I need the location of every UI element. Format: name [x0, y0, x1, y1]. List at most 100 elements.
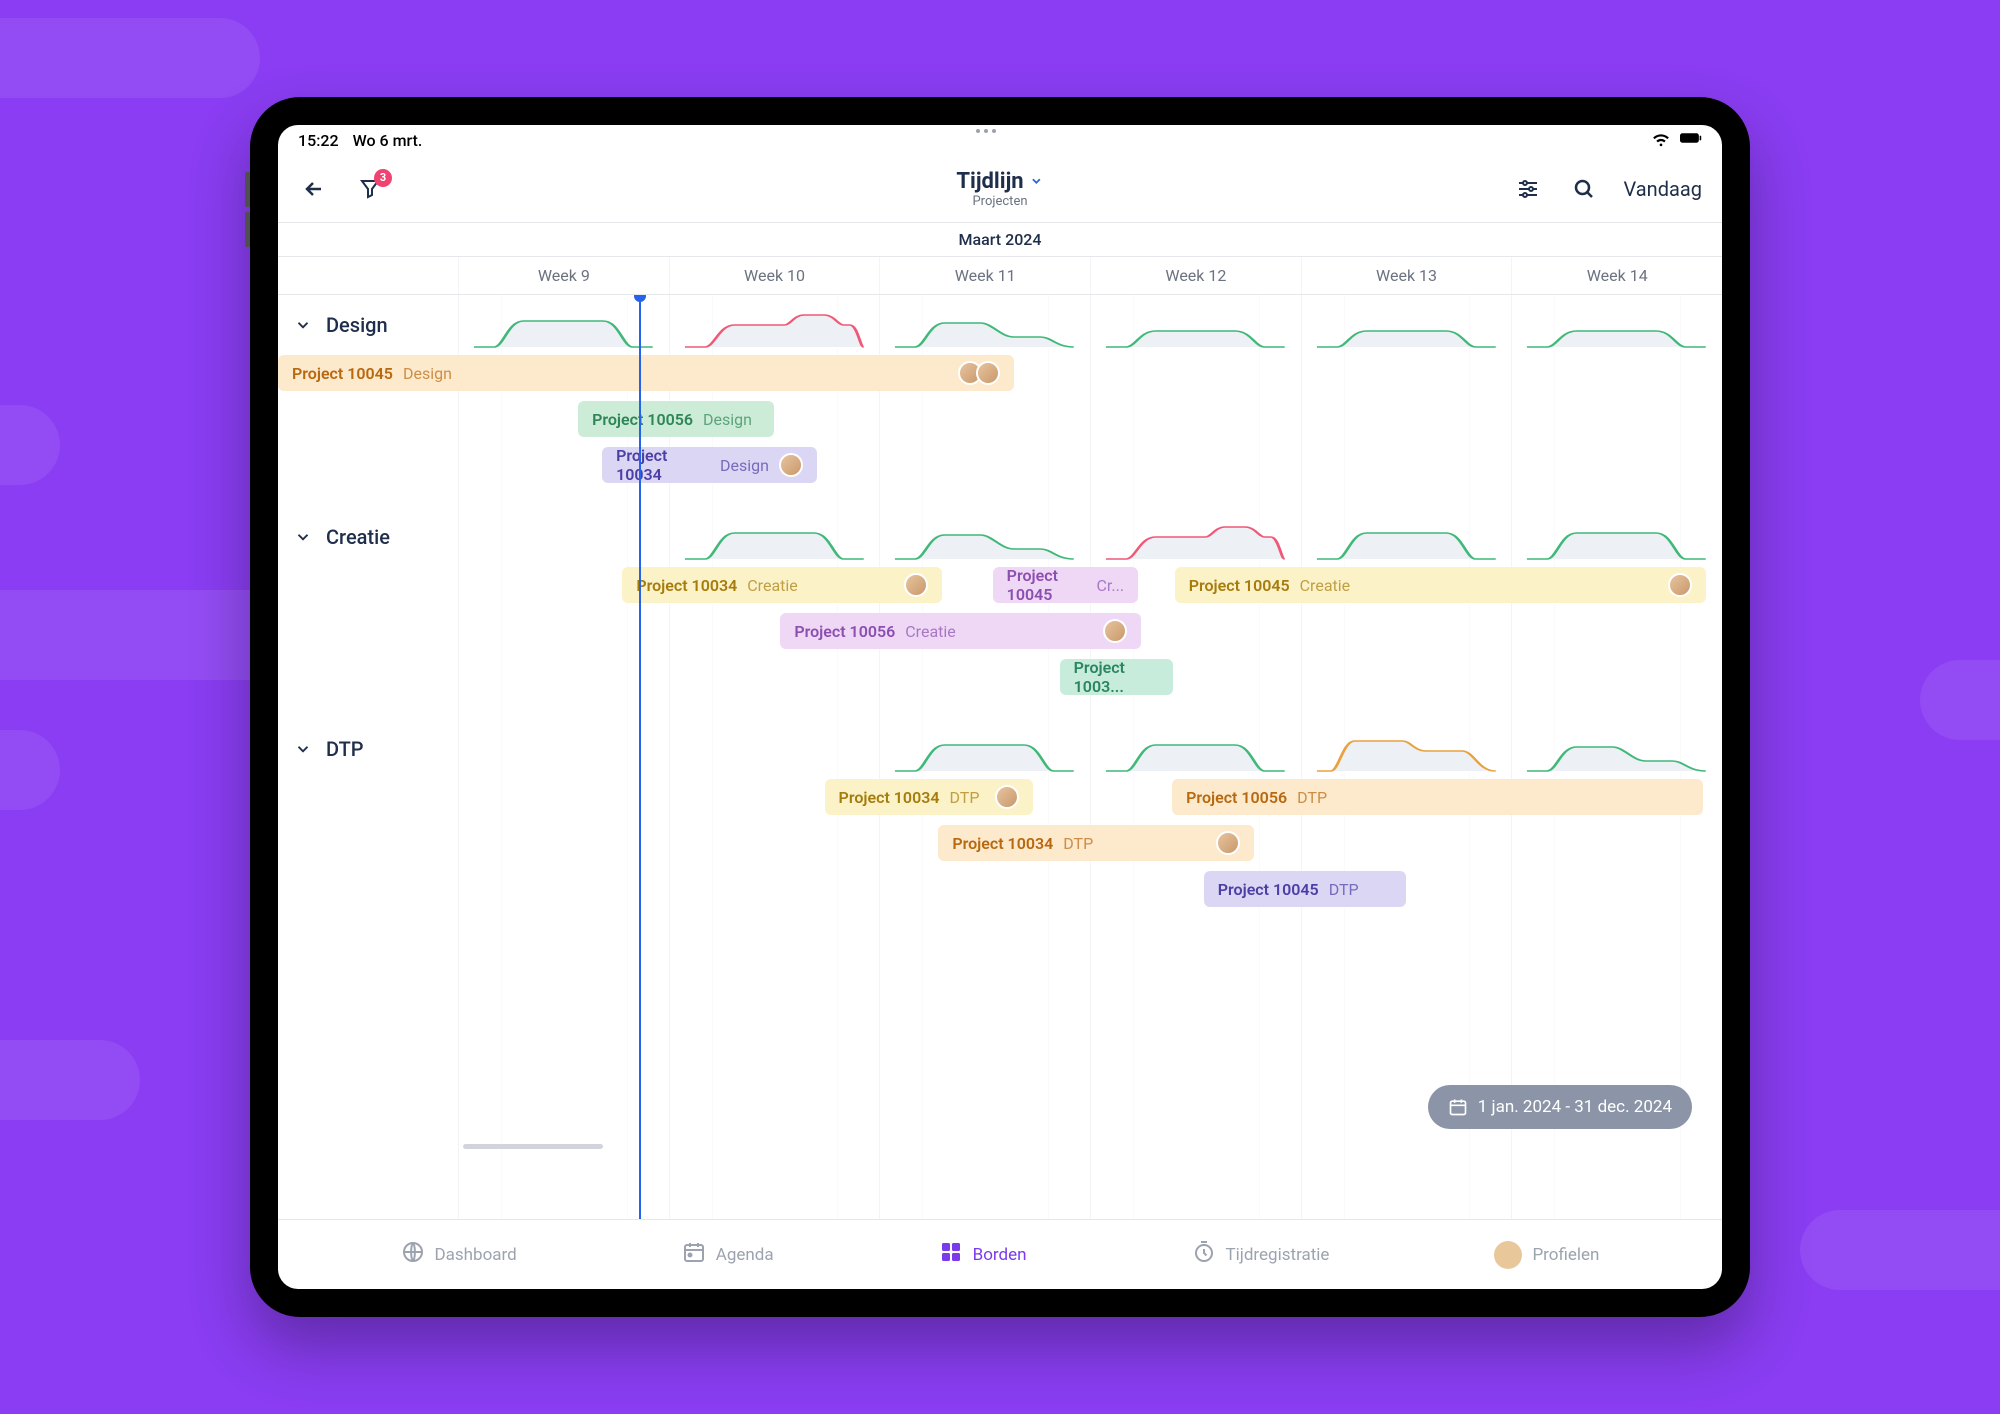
back-button[interactable] — [298, 173, 330, 205]
week-header-3: Week 12 — [1090, 257, 1301, 294]
nav-item-dashboard[interactable]: Dashboard — [401, 1240, 517, 1269]
today-button[interactable]: Vandaag — [1624, 177, 1702, 201]
chevron-down-icon — [294, 316, 312, 334]
bar-phase-label: Creatie — [1300, 576, 1350, 595]
avatar — [1103, 619, 1127, 643]
bar-avatars — [904, 573, 928, 597]
group-header-creatie[interactable]: Creatie — [278, 507, 1722, 567]
bar-project-label: Project 10034 — [952, 834, 1053, 853]
nav-label: Profielen — [1532, 1245, 1599, 1265]
battery-icon — [1680, 127, 1702, 153]
bar-project-label: Project 10045 — [1218, 880, 1319, 899]
bar-project-label: Project 10045 — [1189, 576, 1290, 595]
profile-avatar-icon — [1494, 1241, 1522, 1269]
week-header-1: Week 10 — [669, 257, 880, 294]
avatar — [1216, 831, 1240, 855]
project-bar[interactable]: Project 10034 DTP — [825, 779, 1034, 815]
project-bar[interactable]: Project 10056Creatie — [780, 613, 1140, 649]
project-bar[interactable]: Project 10045 Creatie — [1175, 567, 1706, 603]
avatar — [976, 361, 1000, 385]
page-subtitle: Projecten — [972, 194, 1027, 209]
month-header: Maart 2024 — [278, 223, 1722, 257]
settings-button[interactable] — [1512, 173, 1544, 205]
project-bar[interactable]: Project 1003... — [1060, 659, 1174, 695]
chevron-down-icon — [294, 528, 312, 546]
avatar — [779, 453, 803, 477]
week-header-4: Week 13 — [1301, 257, 1512, 294]
bar-phase-label: Design — [703, 410, 752, 429]
avatar — [995, 785, 1019, 809]
nav-item-borden[interactable]: Borden — [939, 1240, 1027, 1269]
project-bar[interactable]: Project 10034 DTP — [938, 825, 1254, 861]
tablet-button — [245, 212, 250, 247]
bar-avatars — [995, 785, 1019, 809]
chevron-down-icon — [294, 740, 312, 758]
drag-handle-icon — [976, 129, 1024, 133]
top-nav: 3 Tijdlijn Projecten Vandaag — [278, 155, 1722, 223]
bar-avatars — [958, 361, 1000, 385]
nav-item-agenda[interactable]: Agenda — [682, 1240, 774, 1269]
nav-label: Agenda — [716, 1245, 774, 1265]
filter-badge: 3 — [374, 169, 392, 187]
group-header-design[interactable]: Design — [278, 295, 1722, 355]
scrollbar[interactable] — [463, 1144, 603, 1149]
bar-phase-label: Design — [403, 364, 452, 383]
bar-phase-label: DTP — [1297, 788, 1327, 807]
globe-icon — [401, 1240, 425, 1269]
weeks-header: Week 9Week 10Week 11Week 12Week 13Week 1… — [278, 257, 1722, 295]
bar-avatars — [779, 453, 803, 477]
tablet-frame: 15:22 Wo 6 mrt. 3 — [250, 97, 1750, 1317]
bar-project-label: Project 10034 — [839, 788, 940, 807]
bar-phase-label: DTP — [1063, 834, 1093, 853]
search-button[interactable] — [1568, 173, 1600, 205]
bar-phase-label: DTP — [950, 788, 980, 807]
bar-project-label: Project 1003... — [1074, 659, 1160, 695]
bar-project-label: Project 10045 — [1007, 567, 1087, 603]
group-header-dtp[interactable]: DTP — [278, 719, 1722, 779]
wifi-icon — [1650, 127, 1672, 153]
project-bar[interactable]: Project 10034 Design — [602, 447, 817, 483]
timeline[interactable]: Design Project 10045 Design Project 10056 De… — [278, 295, 1722, 1219]
week-header-0: Week 9 — [458, 257, 669, 294]
grid-icon — [939, 1240, 963, 1269]
nav-item-tijdregistratie[interactable]: Tijdregistratie — [1192, 1240, 1330, 1269]
calendar-icon — [682, 1240, 706, 1269]
project-bar[interactable]: Project 10056 Design — [578, 401, 774, 437]
avatar — [904, 573, 928, 597]
bar-project-label: Project 10045 — [292, 364, 393, 383]
filter-button[interactable]: 3 — [354, 173, 386, 205]
date-range-pill[interactable]: 1 jan. 2024 - 31 dec. 2024 — [1428, 1085, 1692, 1129]
group-title: DTP — [326, 737, 364, 761]
project-bar[interactable]: Project 10034Creatie — [622, 567, 942, 603]
project-bar[interactable]: Project 10045 Design — [278, 355, 1014, 391]
tablet-button — [245, 172, 250, 207]
bar-project-label: Project 10056 — [794, 622, 895, 641]
nav-label: Dashboard — [435, 1245, 517, 1265]
status-time: 15:22 — [298, 131, 339, 150]
group-title: Design — [326, 313, 388, 337]
week-header-2: Week 11 — [879, 257, 1090, 294]
date-range-label: 1 jan. 2024 - 31 dec. 2024 — [1478, 1097, 1672, 1117]
page-title[interactable]: Tijdlijn — [956, 169, 1043, 194]
bar-phase-label: Cr... — [1097, 576, 1125, 595]
timer-icon — [1192, 1240, 1216, 1269]
avatar — [1668, 573, 1692, 597]
project-bar[interactable]: Project 10045 Cr... — [993, 567, 1138, 603]
bar-avatars — [1668, 573, 1692, 597]
bar-project-label: Project 10056 — [1186, 788, 1287, 807]
project-bar[interactable]: Project 10056 DTP — [1172, 779, 1703, 815]
status-date: Wo 6 mrt. — [353, 131, 423, 150]
bar-project-label: Project 10056 — [592, 410, 693, 429]
nav-label: Tijdregistratie — [1226, 1245, 1330, 1265]
now-indicator — [639, 295, 641, 1219]
bar-phase-label: Design — [720, 456, 769, 475]
group-title: Creatie — [326, 525, 390, 549]
project-bar[interactable]: Project 10045 DTP — [1204, 871, 1406, 907]
bar-phase-label: DTP — [1329, 880, 1359, 899]
nav-item-profielen[interactable]: Profielen — [1494, 1241, 1599, 1269]
nav-label: Borden — [973, 1245, 1027, 1265]
bar-avatars — [1103, 619, 1127, 643]
bar-project-label: Project 10034 — [616, 447, 710, 483]
bar-project-label: Project 10034 — [636, 576, 737, 595]
week-header-5: Week 14 — [1511, 257, 1722, 294]
